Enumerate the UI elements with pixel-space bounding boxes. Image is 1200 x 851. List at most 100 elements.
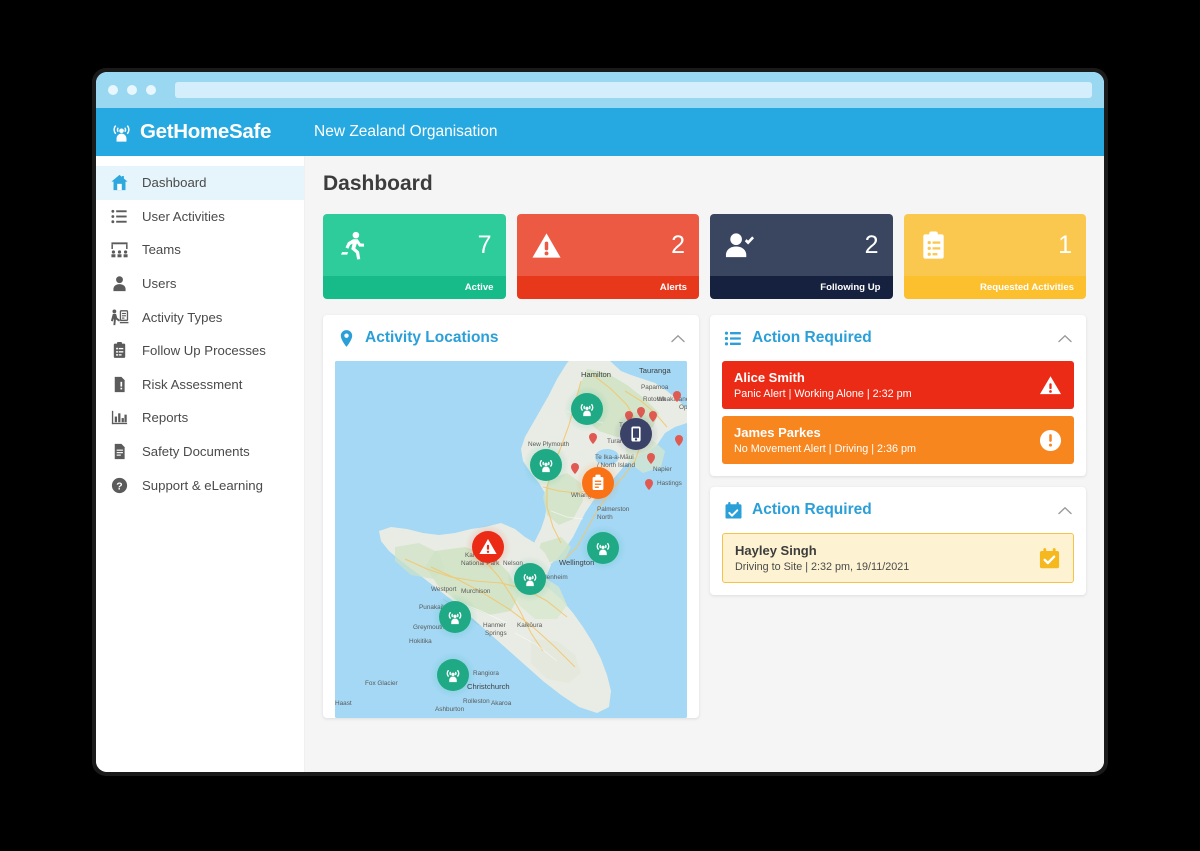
sidebar-item-dashboard[interactable]: Dashboard — [96, 166, 304, 200]
running-person-icon — [341, 231, 365, 260]
svg-text:Tauranga: Tauranga — [639, 366, 671, 375]
svg-text:Hamilton: Hamilton — [581, 370, 611, 379]
stat-card-requested-activities[interactable]: 1 Requested Activities — [903, 214, 1086, 299]
activity-map[interactable]: Hamilton Tauranga Papamoa Whakatane Opot… — [335, 361, 687, 718]
map-marker-following-up — [613, 411, 659, 457]
main-content: Dashboard 7 Active 2 Alerts 2 Following … — [305, 156, 1104, 772]
stat-card-following-up[interactable]: 2 Following Up — [710, 214, 893, 299]
stat-card-active[interactable]: 7 Active — [323, 214, 506, 299]
svg-text:Akaroa: Akaroa — [491, 700, 512, 707]
alert-row[interactable]: James Parkes No Movement Alert | Driving… — [722, 416, 1074, 465]
map-marker-activity — [432, 594, 478, 640]
stat-value: 7 — [477, 230, 492, 259]
svg-text:Fox Glacier: Fox Glacier — [365, 680, 399, 687]
alert-person-name: Alice Smith — [734, 370, 805, 385]
map-marker-activity — [580, 525, 626, 571]
stat-label: Alerts — [516, 276, 699, 299]
svg-text:Hanmer: Hanmer — [483, 622, 507, 629]
alert-detail: No Movement Alert | Driving | 2:36 pm — [734, 442, 917, 455]
brand-name: GetHomeSafe — [140, 120, 272, 143]
close-dot[interactable] — [108, 85, 118, 95]
sidebar-item-safety-documents[interactable]: Safety Documents — [96, 435, 304, 469]
sidebar-item-label: Support & eLearning — [142, 477, 263, 493]
stat-value: 2 — [671, 230, 685, 259]
sidebar-item-label: Risk Assessment — [142, 376, 243, 392]
svg-text:Haast: Haast — [335, 700, 352, 707]
sidebar-item-user-activities[interactable]: User Activities — [96, 200, 304, 234]
sidebar: Dashboard User Activities Teams Users Ac… — [96, 156, 305, 772]
svg-text:Westport: Westport — [431, 586, 457, 593]
calendar-check-icon — [1039, 547, 1060, 569]
svg-text:Hokitika: Hokitika — [409, 638, 432, 645]
sidebar-item-label: Follow Up Processes — [142, 343, 266, 359]
list-icon — [724, 331, 741, 345]
activity-locations-panel: Activity Locations Hamilton Tauranga Pap… — [323, 315, 699, 718]
alert-person-name: James Parkes — [734, 425, 821, 441]
svg-text:Hastings: Hastings — [657, 480, 682, 487]
teams-icon — [110, 240, 129, 259]
chevron-up-icon[interactable] — [671, 334, 685, 343]
risk-document-icon — [110, 375, 129, 394]
clipboard-check-icon — [110, 341, 129, 360]
sidebar-item-reports[interactable]: Reports — [96, 401, 304, 435]
calendar-check-icon — [725, 501, 742, 519]
action-required-alerts-panel: Action Required Alice Smith Panic Alert … — [710, 315, 1086, 477]
svg-text:Kaikōura: Kaikōura — [517, 622, 543, 629]
panel-title: Action Required — [752, 501, 872, 519]
browser-chrome-bar — [96, 72, 1104, 108]
panel-header: Action Required — [710, 315, 1086, 361]
sidebar-item-activity-types[interactable]: Activity Types — [96, 300, 304, 334]
stat-card-alerts[interactable]: 2 Alerts — [516, 214, 699, 299]
sidebar-item-label: User Activities — [142, 208, 225, 224]
sidebar-item-label: Activity Types — [142, 309, 223, 325]
minimize-dot[interactable] — [127, 85, 137, 95]
alert-row[interactable]: Alice Smith Panic Alert | Working Alone … — [722, 361, 1074, 410]
svg-text:Ashburton: Ashburton — [435, 706, 465, 713]
document-icon — [110, 442, 129, 461]
list-icon — [110, 207, 129, 226]
sidebar-item-label: Teams — [142, 242, 181, 258]
svg-text:North: North — [597, 514, 613, 521]
panels-row: Activity Locations Hamilton Tauranga Pap… — [323, 315, 1086, 730]
sidebar-item-teams[interactable]: Teams — [96, 233, 304, 267]
svg-text:Rolleston: Rolleston — [463, 698, 490, 705]
request-detail: Driving to Site | 2:32 pm, 19/11/2021 — [735, 560, 910, 573]
svg-text:?: ? — [116, 481, 122, 492]
question-circle-icon: ? — [110, 476, 129, 495]
sidebar-item-label: Reports — [142, 410, 189, 426]
stat-value: 1 — [1058, 230, 1072, 259]
brand-logo[interactable]: GetHomeSafe — [96, 120, 305, 144]
maximize-dot[interactable] — [146, 85, 156, 95]
home-icon — [110, 173, 129, 192]
map-marker-activity — [507, 556, 553, 602]
sidebar-item-label: Dashboard — [142, 175, 207, 191]
sidebar-item-follow-up-processes[interactable]: Follow Up Processes — [96, 334, 304, 368]
signal-person-icon — [113, 124, 130, 142]
sidebar-item-support-elearning[interactable]: ? Support & eLearning — [96, 468, 304, 502]
chevron-up-icon[interactable] — [1058, 334, 1072, 343]
svg-text:Rangiora: Rangiora — [473, 670, 499, 677]
svg-text:Papamoa: Papamoa — [641, 384, 669, 391]
request-row[interactable]: Hayley Singh Driving to Site | 2:32 pm, … — [722, 533, 1074, 584]
exclamation-circle-icon — [1039, 429, 1062, 451]
address-bar-input[interactable] — [175, 82, 1092, 98]
clipboard-list-icon — [922, 230, 944, 259]
panel-header: Action Required — [710, 487, 1086, 533]
user-check-icon — [725, 232, 755, 257]
panel-title: Action Required — [752, 329, 872, 346]
map-marker-alert — [465, 524, 511, 570]
request-person-name: Hayley Singh — [735, 543, 817, 559]
browser-window: GetHomeSafe New Zealand Organisation Das… — [92, 68, 1108, 776]
panel-header: Activity Locations — [323, 315, 699, 361]
map-marker-activity — [564, 386, 610, 432]
stat-label: Following Up — [710, 276, 893, 299]
sidebar-item-users[interactable]: Users — [96, 267, 304, 301]
stat-label: Requested Activities — [903, 276, 1086, 299]
user-icon — [110, 274, 129, 293]
sidebar-item-label: Safety Documents — [142, 444, 250, 460]
page-title: Dashboard — [323, 172, 433, 195]
map-pin-icon — [340, 329, 353, 347]
svg-text:Springs: Springs — [485, 630, 507, 637]
sidebar-item-risk-assessment[interactable]: Risk Assessment — [96, 368, 304, 402]
chevron-up-icon[interactable] — [1058, 506, 1072, 515]
